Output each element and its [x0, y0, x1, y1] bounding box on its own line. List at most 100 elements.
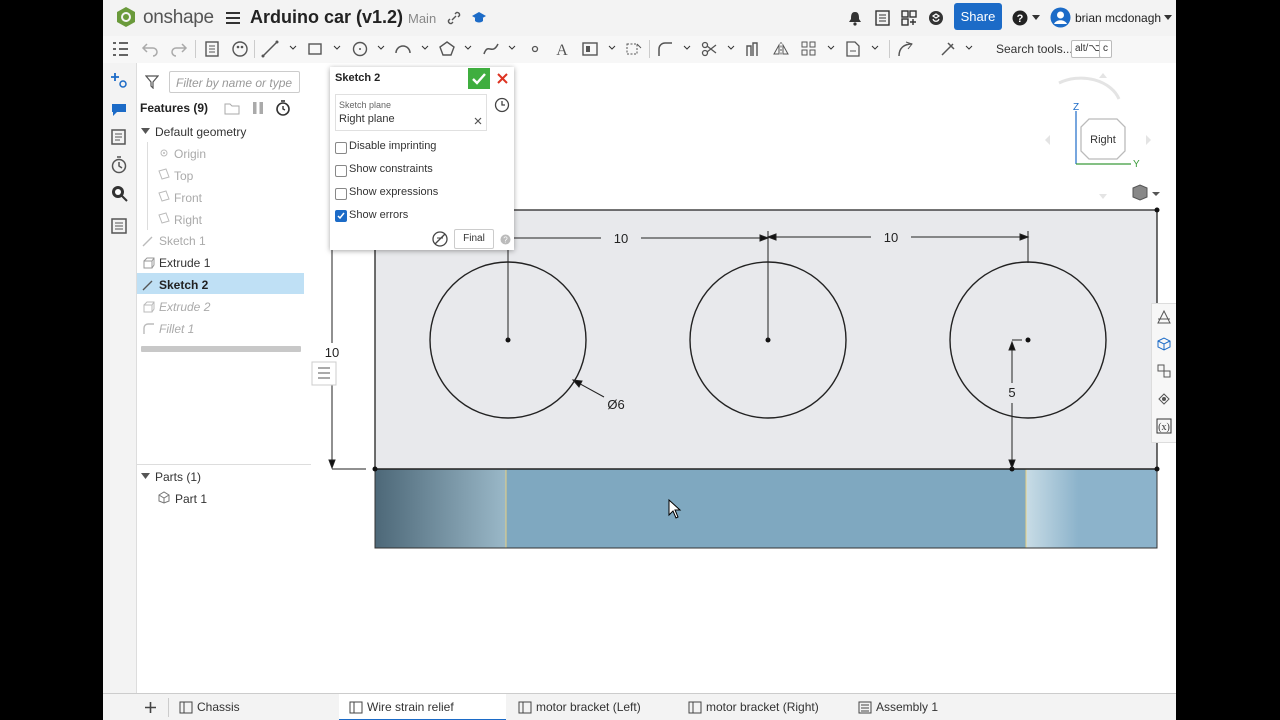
comment-icon[interactable] [110, 100, 128, 118]
show-constraints-label[interactable]: Show constraints [349, 163, 433, 175]
import-dxf-icon[interactable] [844, 40, 862, 58]
chevron-down-icon[interactable] [683, 44, 691, 52]
line-tool-icon[interactable] [261, 40, 279, 58]
onshape-logo-icon[interactable] [115, 6, 137, 28]
feature-origin[interactable]: Origin [174, 147, 206, 161]
dimension-diameter[interactable]: Ø6 [607, 397, 624, 412]
part-face-right[interactable] [1026, 469, 1157, 548]
circle-tool-icon[interactable] [351, 40, 369, 58]
chevron-down-icon[interactable] [871, 44, 879, 52]
feature-fillet-1[interactable]: Fillet 1 [159, 322, 194, 336]
view-normal-icon[interactable] [494, 97, 510, 113]
share-button[interactable]: Share [954, 3, 1002, 30]
document-icon[interactable] [203, 40, 221, 58]
disable-imprinting-checkbox[interactable] [335, 142, 347, 154]
chevron-down-icon[interactable] [289, 44, 297, 52]
checkmark-icon[interactable] [472, 72, 486, 85]
part-1[interactable]: Part 1 [175, 492, 207, 506]
mirror-tool-icon[interactable] [772, 40, 790, 58]
inspect-icon[interactable] [110, 184, 128, 202]
pattern-tool-icon[interactable] [800, 40, 818, 58]
tab-assembly-1[interactable]: Assembly 1 [858, 694, 988, 720]
section-view-icon[interactable] [1156, 309, 1172, 325]
fillet-tool-icon[interactable] [656, 40, 674, 58]
bill-of-materials-icon[interactable] [110, 217, 128, 235]
chevron-down-icon[interactable] [464, 44, 472, 52]
offset-tool-icon[interactable] [744, 40, 762, 58]
insert-image-icon[interactable] [581, 40, 599, 58]
variable-table-icon[interactable]: (x) [1156, 418, 1172, 434]
parts-folder[interactable]: Parts (1) [155, 470, 201, 484]
dimension-top-right[interactable]: 10 [884, 230, 898, 245]
menu-icon[interactable] [226, 11, 240, 25]
show-errors-label[interactable]: Show errors [349, 209, 408, 221]
arc-tool-icon[interactable] [394, 40, 412, 58]
trim-tool-icon[interactable] [700, 40, 718, 58]
show-expressions-label[interactable]: Show expressions [349, 186, 438, 198]
view-cube[interactable]: Z Y Right [1045, 73, 1151, 199]
properties-icon[interactable] [110, 128, 128, 146]
education-icon[interactable] [471, 10, 487, 25]
feature-top-plane[interactable]: Top [174, 169, 193, 183]
feature-sketch-2[interactable]: Sketch 2 [159, 278, 208, 292]
notification-bell-icon[interactable] [848, 11, 862, 26]
clear-selection-icon[interactable] [474, 117, 482, 125]
spline-tool-icon[interactable] [482, 40, 500, 58]
feature-list-icon[interactable] [111, 40, 129, 58]
app-store-icon[interactable] [901, 10, 917, 26]
view-options-icon[interactable] [1132, 184, 1160, 201]
tab-chassis[interactable]: Chassis [179, 694, 335, 720]
collapse-chevron-icon[interactable] [141, 472, 150, 481]
disable-imprinting-label[interactable]: Disable imprinting [349, 140, 436, 152]
sketch-list-toggle-icon[interactable] [311, 361, 337, 386]
help-icon[interactable]: ? [1012, 10, 1028, 26]
tab-motor-bracket-left[interactable]: motor bracket (Left) [518, 694, 678, 720]
chevron-down-icon[interactable] [508, 44, 516, 52]
feature-right-plane[interactable]: Right [174, 213, 202, 227]
text-tool-icon[interactable]: A [553, 40, 571, 59]
show-constraints-checkbox[interactable] [335, 165, 347, 177]
chevron-down-icon[interactable] [608, 44, 616, 52]
history-icon[interactable] [110, 156, 128, 174]
filter-icon[interactable] [145, 75, 159, 89]
document-info-icon[interactable] [875, 10, 890, 26]
polygon-tool-icon[interactable] [438, 40, 456, 58]
undo-icon[interactable] [141, 40, 159, 58]
dimension-top-left[interactable]: 10 [614, 231, 628, 246]
document-title[interactable]: Arduino car (v1.2) [250, 7, 403, 28]
add-folder-icon[interactable] [224, 101, 240, 115]
pause-icon[interactable] [252, 102, 264, 114]
rollback-timer-icon[interactable] [275, 100, 291, 116]
tab-motor-bracket-right[interactable]: motor bracket (Right) [688, 694, 848, 720]
dimension-tool-icon[interactable] [939, 40, 957, 58]
feature-extrude-1[interactable]: Extrude 1 [159, 256, 210, 270]
link-icon[interactable] [447, 11, 461, 25]
dialog-help-icon[interactable]: ? [500, 234, 511, 245]
chevron-down-icon[interactable] [333, 44, 341, 52]
feature-sketch-1[interactable]: Sketch 1 [159, 234, 206, 248]
collapse-chevron-icon[interactable] [141, 127, 150, 136]
add-tab-icon[interactable] [144, 701, 157, 714]
default-geometry-folder[interactable]: Default geometry [155, 125, 246, 139]
view-cube-face[interactable]: Right [1090, 134, 1116, 146]
panel-divider[interactable] [137, 464, 311, 465]
rollback-bar[interactable] [141, 346, 301, 352]
search-tools-button[interactable]: Search tools... [996, 42, 1073, 56]
show-expressions-checkbox[interactable] [335, 188, 347, 200]
explode-view-icon[interactable] [1156, 363, 1172, 379]
user-chevron-icon[interactable] [1164, 15, 1172, 21]
final-view-icon[interactable] [431, 230, 449, 248]
feature-extrude-2[interactable]: Extrude 2 [159, 300, 210, 314]
feature-front-plane[interactable]: Front [174, 191, 202, 205]
close-icon[interactable] [497, 73, 508, 84]
dimension-left[interactable]: 10 [325, 345, 339, 360]
filter-input[interactable]: Filter by name or type [169, 71, 300, 93]
chevron-down-icon[interactable] [377, 44, 385, 52]
appearance-icon[interactable] [231, 40, 249, 58]
insert-icon[interactable] [110, 71, 128, 89]
part-face-left[interactable] [375, 469, 506, 548]
help-chevron-icon[interactable] [1032, 15, 1040, 21]
rectangle-tool-icon[interactable] [306, 40, 324, 58]
tab-wire-strain-relief[interactable]: Wire strain relief [339, 694, 506, 720]
sketch-plane-value[interactable]: Right plane [339, 113, 395, 125]
